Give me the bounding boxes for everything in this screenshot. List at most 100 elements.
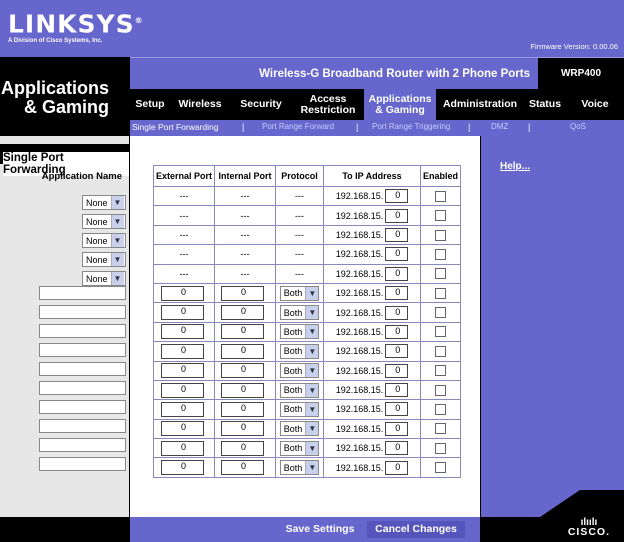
ip-last-octet-input[interactable]: 0 [385, 441, 409, 456]
enabled-checkbox[interactable] [435, 268, 447, 280]
application-select[interactable]: None ▼ [82, 271, 126, 286]
external-port-input[interactable]: 0 [161, 421, 204, 437]
protocol-select[interactable]: Both ▼ [279, 343, 320, 359]
internal-port-input[interactable]: 0 [221, 285, 265, 301]
ip-last-octet-input[interactable]: 0 [385, 421, 409, 436]
enabled-checkbox[interactable] [435, 248, 447, 260]
application-name-input[interactable] [39, 343, 126, 357]
external-port-input[interactable]: 0 [161, 382, 204, 398]
application-name-input[interactable] [39, 362, 126, 376]
subtab-single-port-forwarding[interactable]: Single Port Forwarding [132, 122, 218, 132]
internal-port-input[interactable]: 0 [221, 460, 265, 476]
external-port-input[interactable]: 0 [161, 324, 204, 340]
internal-port-input[interactable]: 0 [221, 440, 265, 456]
to-ip-cell: 192.168.15. 0 [323, 457, 422, 478]
external-port-input[interactable]: 0 [161, 343, 204, 359]
tab-applications-gaming[interactable]: Applications & Gaming [364, 89, 436, 120]
enabled-checkbox[interactable] [435, 287, 447, 299]
ip-last-octet-input[interactable]: 0 [385, 227, 409, 242]
internal-port-input[interactable]: 0 [221, 343, 265, 359]
enabled-checkbox[interactable] [435, 326, 447, 338]
subtab-qos[interactable]: QoS [570, 122, 586, 131]
tab-voice[interactable]: Voice [566, 89, 624, 120]
application-name-input[interactable] [39, 286, 126, 300]
enabled-checkbox[interactable] [435, 210, 447, 222]
ip-last-octet-input[interactable]: 0 [385, 266, 409, 281]
internal-port-input[interactable]: 0 [221, 382, 265, 398]
external-port-input[interactable]: 0 [161, 460, 204, 476]
ip-last-octet-input[interactable]: 0 [385, 208, 409, 223]
enabled-checkbox[interactable] [435, 404, 447, 416]
ip-last-octet-input[interactable]: 0 [385, 286, 409, 301]
enabled-checkbox[interactable] [435, 442, 447, 454]
to-ip-cell: 192.168.15. 0 [323, 224, 422, 246]
subtab-port-range-forward[interactable]: Port Range Forward [262, 122, 334, 131]
application-name-input[interactable] [39, 381, 126, 395]
external-port-input[interactable]: 0 [161, 285, 204, 301]
external-port-input[interactable]: 0 [161, 401, 204, 417]
protocol-select[interactable]: Both ▼ [279, 460, 320, 476]
internal-port-input[interactable]: 0 [221, 401, 265, 417]
tab-wireless[interactable]: Wireless [170, 89, 230, 120]
internal-port-input[interactable]: 0 [221, 324, 265, 340]
save-settings-button[interactable]: Save Settings [280, 521, 360, 538]
help-link[interactable]: Help... [500, 161, 530, 172]
protocol-select[interactable]: Both ▼ [279, 285, 320, 301]
ip-prefix: 192.168.15. [335, 210, 384, 221]
internal-port-cell: 0 [214, 282, 277, 304]
ip-address-group: 192.168.15. 0 [324, 344, 420, 359]
internal-port-input[interactable]: 0 [221, 305, 265, 321]
ip-last-octet-input[interactable]: 0 [385, 324, 409, 339]
cancel-changes-button[interactable]: Cancel Changes [367, 521, 465, 538]
enabled-checkbox[interactable] [435, 462, 447, 474]
application-select[interactable]: None ▼ [82, 214, 126, 229]
enabled-checkbox[interactable] [435, 384, 447, 396]
subtab-dmz[interactable]: DMZ [491, 122, 508, 131]
ip-last-octet-input[interactable]: 0 [385, 189, 409, 204]
external-port-input[interactable]: 0 [161, 440, 204, 456]
protocol-select[interactable]: Both ▼ [279, 440, 320, 456]
enabled-checkbox[interactable] [435, 229, 447, 241]
external-port-input[interactable]: 0 [161, 363, 204, 379]
application-name-input[interactable] [39, 419, 126, 433]
ip-last-octet-input[interactable]: 0 [385, 402, 409, 417]
ip-last-octet-input[interactable]: 0 [385, 305, 409, 320]
external-port-input[interactable]: 0 [161, 305, 204, 321]
tab-administration[interactable]: Administration [436, 89, 524, 120]
enabled-checkbox[interactable] [435, 190, 447, 202]
application-select[interactable]: None ▼ [82, 195, 126, 210]
protocol-select[interactable]: Both ▼ [279, 324, 320, 340]
protocol-select[interactable]: Both ▼ [279, 305, 320, 321]
internal-port-input[interactable]: 0 [221, 421, 265, 437]
internal-port-input[interactable]: 0 [221, 363, 265, 379]
ip-last-octet-input[interactable]: 0 [385, 363, 409, 378]
ip-last-octet-input[interactable]: 0 [385, 344, 409, 359]
protocol-select[interactable]: Both ▼ [279, 401, 320, 417]
tab-status[interactable]: Status [524, 89, 566, 120]
application-name-input[interactable] [39, 305, 126, 319]
tab-security[interactable]: Security [230, 89, 292, 120]
application-name-input[interactable] [39, 457, 126, 471]
enabled-checkbox[interactable] [435, 423, 447, 435]
application-select[interactable]: None ▼ [82, 252, 126, 267]
ip-last-octet-input[interactable]: 0 [385, 247, 409, 262]
application-name-input[interactable] [39, 400, 126, 414]
sub-nav-separator: | [528, 122, 531, 132]
enabled-checkbox[interactable] [435, 345, 447, 357]
protocol-select[interactable]: Both ▼ [279, 421, 320, 437]
application-select-value: None [86, 273, 108, 284]
to-ip-cell: 192.168.15. 0 [323, 244, 422, 265]
tab-access-restriction[interactable]: Access Restriction [292, 89, 364, 120]
enabled-checkbox[interactable] [435, 365, 447, 377]
application-name-input[interactable] [39, 438, 126, 452]
application-select[interactable]: None ▼ [82, 233, 126, 248]
header-enabled: Enabled [420, 165, 462, 187]
ip-last-octet-input[interactable]: 0 [385, 383, 409, 398]
application-name-input[interactable] [39, 324, 126, 338]
subtab-port-range-triggering[interactable]: Port Range Triggering [372, 122, 450, 131]
enabled-checkbox[interactable] [435, 307, 447, 319]
protocol-select[interactable]: Both ▼ [279, 363, 320, 379]
protocol-select[interactable]: Both ▼ [279, 382, 320, 398]
ip-last-octet-input[interactable]: 0 [385, 460, 409, 475]
tab-setup[interactable]: Setup [130, 89, 170, 120]
